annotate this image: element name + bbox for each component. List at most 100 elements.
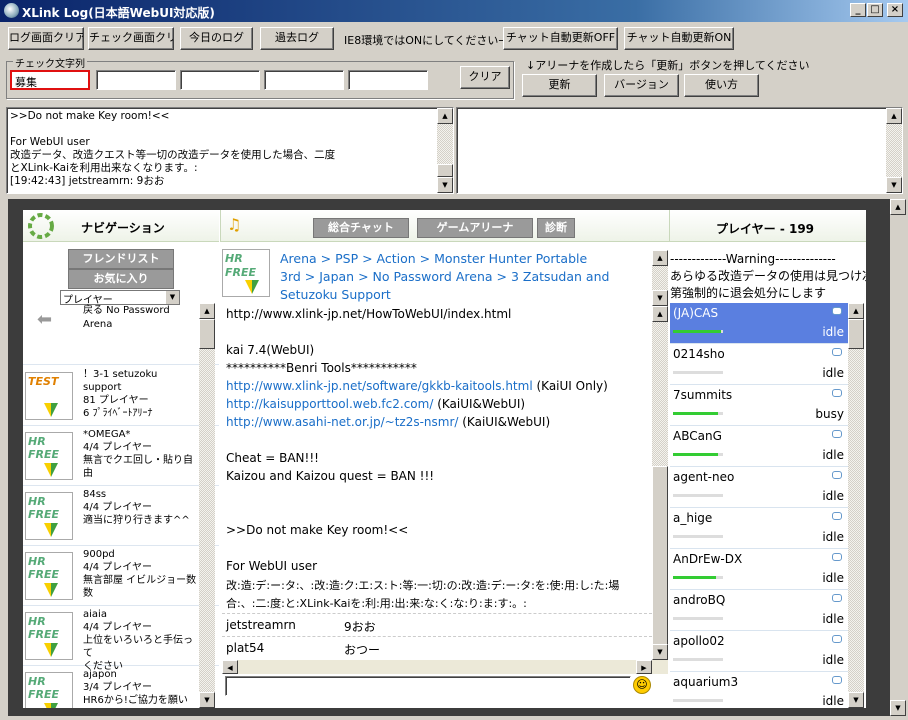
scroll-up-arrow-icon[interactable]: ▲ (652, 250, 668, 266)
auto-update-off-button[interactable]: チャット自動更新OFF (503, 27, 618, 50)
scroll-up-arrow-icon[interactable]: ▲ (890, 199, 906, 215)
web-scrollbar[interactable]: ▲ ▼ (890, 199, 906, 716)
update-button[interactable]: 更新 (522, 74, 597, 97)
player-row[interactable]: a_hige idle (670, 508, 848, 549)
check-field-1[interactable]: 募集 (10, 70, 90, 90)
clear-check-button[interactable]: チェック画面クリア (88, 27, 174, 50)
back-text[interactable]: 戻る No Password Arena (83, 304, 195, 332)
chat-bubble-icon[interactable] (832, 676, 842, 684)
chat-bubble-icon[interactable] (832, 348, 842, 356)
chat-bubble-icon[interactable] (832, 430, 842, 438)
arena-list-item[interactable]: HR FREE *OMEGA* 4/4 プレイヤー 無言でクエ回し・貼り自由 (23, 426, 219, 486)
hr-free-badge-icon: HR FREE (25, 432, 73, 480)
howto-button[interactable]: 使い方 (684, 74, 759, 97)
music-note-icon[interactable]: ♫ (227, 215, 241, 234)
player-row[interactable]: aquarium3 idle (670, 672, 848, 708)
chat-bubble-icon[interactable] (832, 512, 842, 520)
chat-link[interactable]: http://www.xlink-jp.net/software/gkkb-ka… (226, 379, 533, 393)
player-row[interactable]: 7summits busy (670, 385, 848, 426)
auto-update-on-button[interactable]: チャット自動更新ON (624, 27, 734, 50)
check-clear-button[interactable]: クリア (460, 66, 510, 89)
chat-link[interactable]: http://www.asahi-net.or.jp/~tz2s-nsmr/ (226, 415, 458, 429)
chat-link[interactable]: http://kaisupporttool.web.fc2.com/ (226, 397, 433, 411)
chat-bubble-icon[interactable] (832, 635, 842, 643)
nav-scrollbar[interactable]: ▲ ▼ (199, 303, 215, 708)
minimize-button[interactable]: _ (850, 3, 866, 17)
scroll-down-arrow-icon[interactable]: ▼ (848, 692, 864, 708)
scroll-down-arrow-icon[interactable]: ▼ (890, 700, 906, 716)
chat-input[interactable] (225, 676, 631, 696)
player-row[interactable]: AnDrEw-DX idle (670, 549, 848, 590)
chevron-down-icon[interactable]: ▼ (166, 291, 179, 304)
scroll-down-arrow-icon[interactable]: ▼ (652, 644, 668, 660)
players-scrollbar[interactable]: ▲ ▼ (848, 303, 864, 708)
tab-diagnosis[interactable]: 診断 (537, 218, 575, 238)
chat-bubble-icon[interactable] (832, 307, 842, 315)
player-name: AnDrEw-DX (673, 552, 743, 566)
maximize-button[interactable]: □ (867, 3, 883, 17)
scroll-up-arrow-icon[interactable]: ▲ (652, 306, 668, 322)
chat-bubble-icon[interactable] (832, 594, 842, 602)
chat-hscrollbar[interactable]: ◀ ▶ (222, 660, 668, 674)
log-line: 改造データ、改造クエスト等一切の改造データを使用した場合、二度 (10, 149, 336, 161)
player-row[interactable]: (JA)CAS idle (670, 303, 848, 344)
past-log-button[interactable]: 過去ログ (260, 27, 334, 50)
chat-bubble-icon[interactable] (832, 553, 842, 561)
scroll-right-arrow-icon[interactable]: ▶ (636, 660, 652, 674)
chat-link[interactable]: http://www.xlink-jp.net/HowToWebUI/index… (226, 307, 511, 321)
player-row[interactable]: apollo02 idle (670, 631, 848, 672)
scroll-down-arrow-icon[interactable]: ▼ (437, 177, 453, 193)
breadcrumb-line[interactable]: Arena > PSP > Action > Monster Hunter Po… (280, 250, 609, 268)
tab-general-chat[interactable]: 総合チャット (313, 218, 409, 238)
player-row[interactable]: androBQ idle (670, 590, 848, 631)
log-textarea[interactable]: >>Do not make Key room!<< For WebUI user… (6, 107, 454, 194)
chat-bubble-icon[interactable] (832, 471, 842, 479)
players-scroll-thumb[interactable] (848, 319, 864, 349)
arena-breadcrumb[interactable]: Arena > PSP > Action > Monster Hunter Po… (280, 250, 609, 304)
friend-list-button[interactable]: フレンドリスト (68, 249, 174, 269)
check-field-3[interactable] (180, 70, 260, 90)
badge-text: HR (225, 252, 243, 265)
favorites-button[interactable]: お気に入り (68, 269, 174, 289)
player-row[interactable]: 0214sho idle (670, 344, 848, 385)
version-button[interactable]: バージョン (604, 74, 679, 97)
scroll-up-arrow-icon[interactable]: ▲ (199, 303, 215, 319)
player-row[interactable]: ABCanG idle (670, 426, 848, 467)
scroll-down-arrow-icon[interactable]: ▼ (652, 290, 668, 306)
nav-scroll-thumb[interactable] (199, 319, 215, 349)
scroll-left-arrow-icon[interactable]: ◀ (222, 660, 238, 674)
arena-list-item[interactable]: HR FREE aiaia 4/4 プレイヤー 上位をいろいろと手伝って ください (23, 606, 219, 672)
back-arrow-icon[interactable]: ⬅ (37, 309, 52, 330)
clear-log-button[interactable]: ログ画面クリア (8, 27, 84, 50)
breadcrumb-line[interactable]: 3rd > Japan > No Password Arena > 3 Zats… (280, 268, 609, 286)
arena-info: 900pd 4/4 プレイヤー 無言部屋 イビルジョー数数 (83, 548, 198, 600)
arena-list-item[interactable]: HR FREE ajapon 3/4 プレイヤー HR6から!ご協力を願い (23, 666, 219, 708)
breadcrumb-scrollbar[interactable]: ▲ ▼ (652, 250, 668, 306)
smiley-icon[interactable]: ☺ (633, 676, 651, 694)
scroll-up-arrow-icon[interactable]: ▲ (437, 108, 453, 124)
beginner-mark-icon (44, 403, 58, 417)
check-field-2[interactable] (96, 70, 176, 90)
check-scrollbar[interactable]: ▲ ▼ (886, 108, 902, 193)
scroll-down-arrow-icon[interactable]: ▼ (199, 692, 215, 708)
check-textarea[interactable]: ▲ ▼ (456, 107, 903, 194)
scroll-up-arrow-icon[interactable]: ▲ (848, 303, 864, 319)
scroll-up-arrow-icon[interactable]: ▲ (886, 108, 902, 124)
chat-scroll-thumb[interactable] (652, 466, 668, 646)
log-scrollbar[interactable]: ▲ ▼ (437, 108, 453, 193)
check-field-4[interactable] (264, 70, 344, 90)
arena-list-item[interactable]: HR FREE 84ss 4/4 プレイヤー 適当に狩り行きます^^ (23, 486, 219, 546)
chat-bubble-icon[interactable] (832, 389, 842, 397)
close-button[interactable]: × (887, 3, 903, 17)
arena-list-item[interactable]: HR FREE 900pd 4/4 プレイヤー 無言部屋 イビルジョー数数 (23, 546, 219, 606)
check-field-5[interactable] (348, 70, 428, 90)
arena-list-item[interactable]: TEST ！3-1 setuzoku support 81 プレイヤー 6 ﾌﾟﾗｲﾍﾞ… (23, 366, 219, 426)
chat-scrollbar[interactable]: ▲ ▼ (652, 306, 668, 660)
player-row[interactable]: agent-neo idle (670, 467, 848, 508)
tab-game-arena[interactable]: ゲームアリーナ (417, 218, 533, 238)
scroll-down-arrow-icon[interactable]: ▼ (886, 177, 902, 193)
today-log-button[interactable]: 今日のログ (180, 27, 253, 50)
arena-detail: 4/4 プレイヤー (83, 562, 152, 573)
log-scroll-thumb[interactable] (437, 164, 453, 177)
player-select[interactable]: プレイヤー ▼ (60, 290, 180, 306)
